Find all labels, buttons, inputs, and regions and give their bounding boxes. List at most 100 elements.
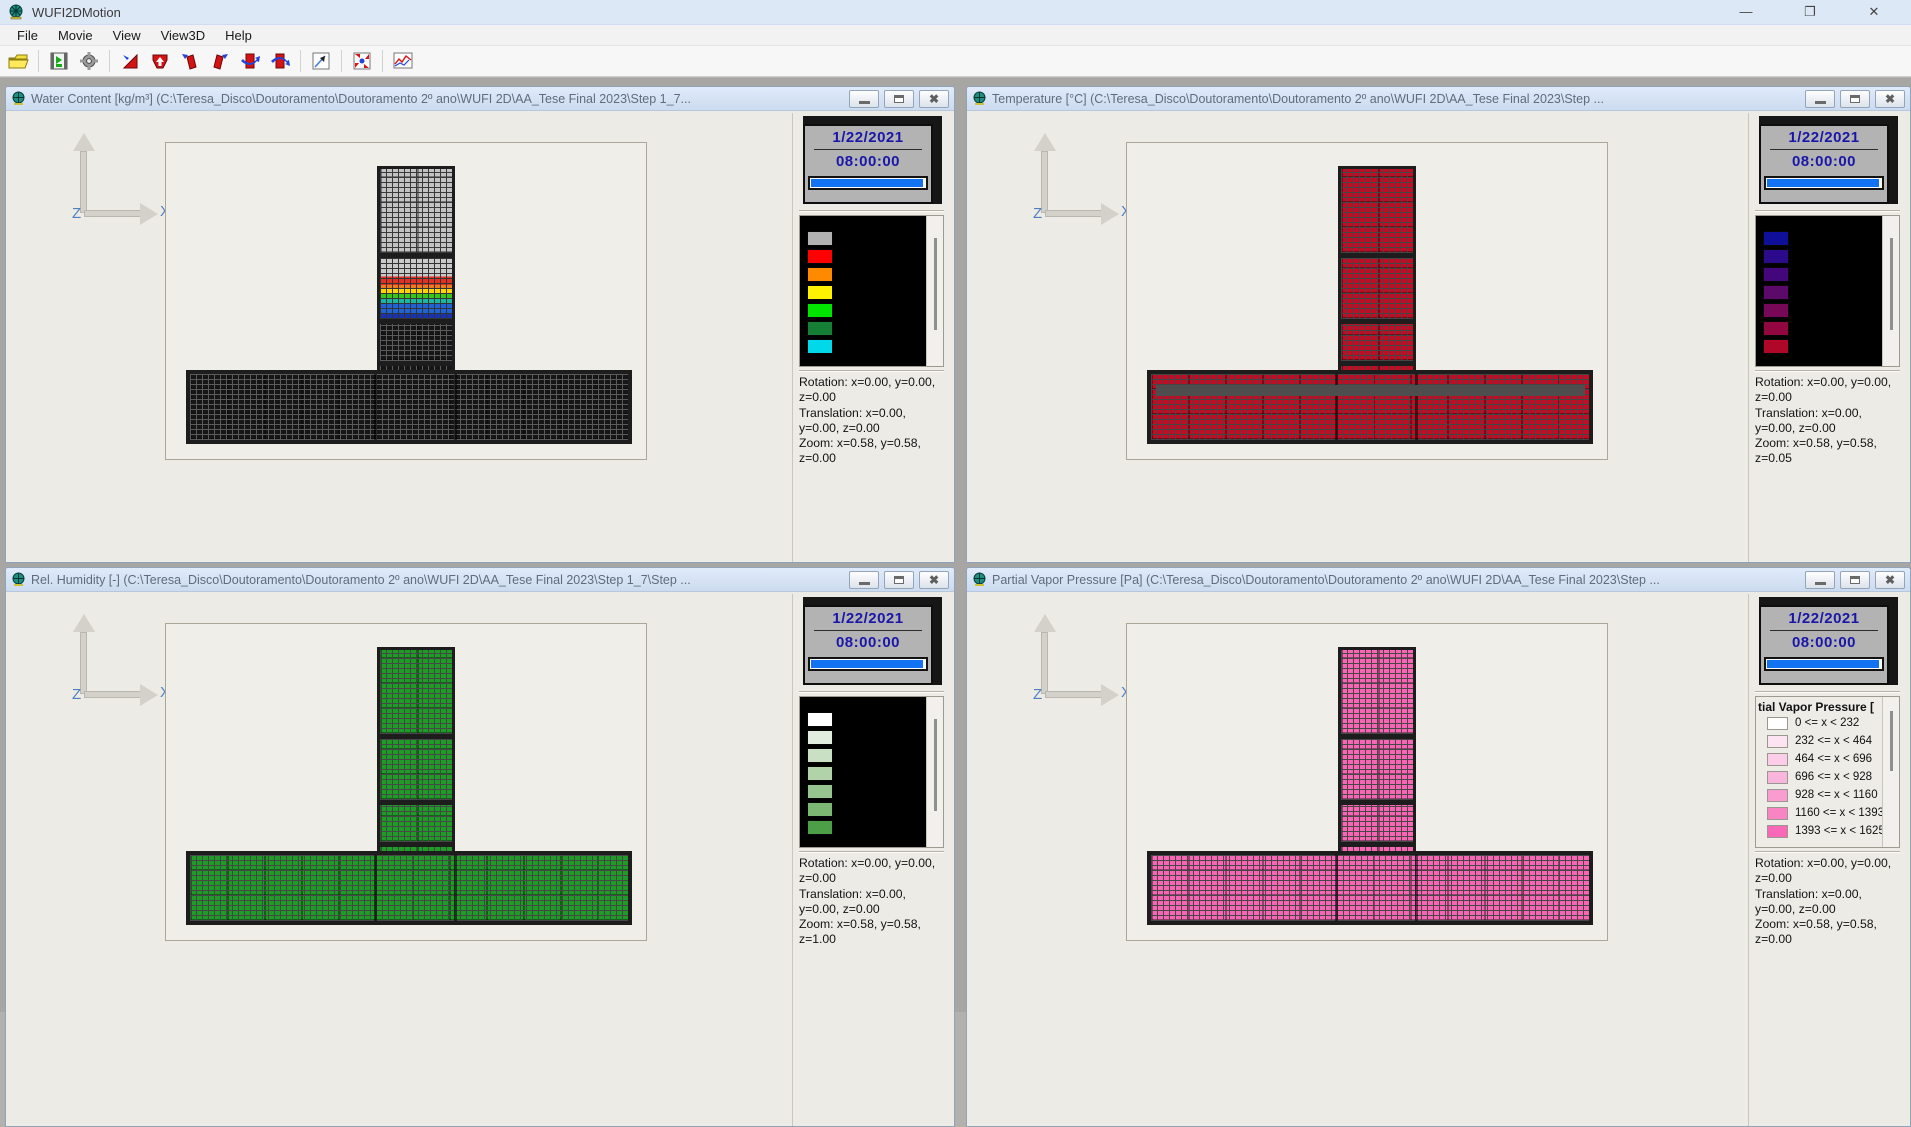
legend-row: 1160 <= x < 1393 bbox=[1767, 806, 1882, 820]
window-titlebar[interactable]: Partial Vapor Pressure [Pa] (C:\Teresa_D… bbox=[967, 568, 1910, 592]
window-client-area: Z X 1/22/2021 08:00:00 bbox=[6, 592, 954, 1126]
window-titlebar[interactable]: Temperature [°C] (C:\Teresa_Disco\Doutor… bbox=[967, 87, 1910, 111]
legend-swatch bbox=[807, 231, 833, 246]
restore-icon bbox=[894, 95, 904, 103]
rotate-down-icon[interactable] bbox=[237, 49, 263, 73]
reset-view-icon[interactable] bbox=[117, 49, 143, 73]
settings-gear-icon[interactable] bbox=[76, 49, 102, 73]
model-base-slab bbox=[1147, 370, 1593, 444]
rotate-up-icon[interactable] bbox=[267, 49, 293, 73]
menu-view[interactable]: View bbox=[104, 26, 150, 45]
restore-button[interactable] bbox=[884, 90, 914, 108]
result-chart-icon[interactable] bbox=[390, 49, 416, 73]
legend-swatch bbox=[807, 303, 833, 318]
rotate-right-icon[interactable] bbox=[207, 49, 233, 73]
translation-info: Translation: x=0.00, y=0.00, z=0.00 bbox=[1755, 887, 1900, 918]
minimize-button[interactable] bbox=[1805, 90, 1835, 108]
model-base-slab bbox=[186, 370, 632, 444]
close-button[interactable]: ✖ bbox=[1875, 571, 1905, 589]
legend-row: 696 <= x < 928 bbox=[1767, 770, 1882, 784]
restore-button[interactable] bbox=[1840, 90, 1870, 108]
app-titlebar[interactable]: WUFI2DMotion — ❐ ✕ bbox=[0, 0, 1911, 25]
legend-scrollbar[interactable] bbox=[1882, 697, 1899, 847]
window-rel-humidity: Rel. Humidity [-] (C:\Teresa_Disco\Douto… bbox=[5, 567, 955, 1127]
simulation-time: 08:00:00 bbox=[1761, 634, 1887, 651]
model-viewport[interactable] bbox=[165, 142, 647, 460]
minimize-button[interactable] bbox=[849, 571, 879, 589]
restore-button[interactable] bbox=[884, 571, 914, 589]
open-folder-icon[interactable] bbox=[5, 49, 31, 73]
panel-divider bbox=[799, 691, 944, 693]
close-icon: ✖ bbox=[1885, 93, 1895, 105]
progress-bar bbox=[808, 657, 928, 671]
minimize-button[interactable] bbox=[1805, 571, 1835, 589]
minimize-button[interactable] bbox=[849, 90, 879, 108]
perspective-view-icon[interactable] bbox=[308, 49, 334, 73]
simulation-date: 1/22/2021 bbox=[805, 129, 931, 146]
panel-divider bbox=[1755, 851, 1900, 853]
menu-movie[interactable]: Movie bbox=[49, 26, 102, 45]
window-titlebar[interactable]: Water Content [kg/m³] (C:\Teresa_Disco\D… bbox=[6, 87, 954, 111]
legend-swatch bbox=[807, 712, 833, 727]
simulation-clock: 1/22/2021 08:00:00 bbox=[803, 597, 942, 685]
axis-indicator: Z X bbox=[64, 129, 174, 239]
legend-scrollbar[interactable] bbox=[926, 697, 943, 847]
close-button[interactable]: ✖ bbox=[919, 90, 949, 108]
water-content-color-band bbox=[380, 255, 452, 322]
simulation-clock: 1/22/2021 08:00:00 bbox=[1759, 597, 1898, 685]
play-movie-icon[interactable] bbox=[46, 49, 72, 73]
legend-swatch bbox=[807, 249, 833, 264]
axis-indicator: Z X bbox=[64, 610, 174, 720]
legend-swatch bbox=[1767, 771, 1788, 784]
legend-swatch bbox=[1767, 753, 1788, 766]
close-button[interactable]: ✖ bbox=[1875, 90, 1905, 108]
legend-swatch bbox=[1767, 789, 1788, 802]
model-viewport[interactable] bbox=[165, 623, 647, 941]
toolbar-separator bbox=[382, 50, 383, 72]
rotation-info: Rotation: x=0.00, y=0.00, z=0.00 bbox=[799, 375, 944, 406]
app-minimize-button[interactable]: — bbox=[1733, 4, 1759, 20]
panel-divider bbox=[1755, 691, 1900, 693]
simulation-date: 1/22/2021 bbox=[805, 610, 931, 627]
app-close-button[interactable]: ✕ bbox=[1861, 4, 1887, 20]
legend-scrollbar[interactable] bbox=[1882, 216, 1899, 366]
close-button[interactable]: ✖ bbox=[919, 571, 949, 589]
model-base-slab bbox=[186, 851, 632, 925]
color-legend bbox=[799, 215, 944, 367]
scrollbar-thumb[interactable] bbox=[1890, 711, 1893, 771]
window-icon bbox=[972, 572, 987, 587]
model-viewport[interactable] bbox=[1126, 142, 1608, 460]
model-viewport[interactable] bbox=[1126, 623, 1608, 941]
legend-scrollbar[interactable] bbox=[926, 216, 943, 366]
scrollbar-thumb[interactable] bbox=[1890, 238, 1893, 330]
menu-help[interactable]: Help bbox=[216, 26, 261, 45]
zoom-info: Zoom: x=0.58, y=0.58, z=1.00 bbox=[799, 917, 944, 948]
window-titlebar[interactable]: Rel. Humidity [-] (C:\Teresa_Disco\Douto… bbox=[6, 568, 954, 592]
fit-view-icon[interactable] bbox=[349, 49, 375, 73]
move-view-icon[interactable] bbox=[147, 49, 173, 73]
axis-indicator: Z X bbox=[1025, 610, 1135, 720]
legend-row: 1393 <= x < 1625 bbox=[1767, 824, 1882, 838]
legend-swatch bbox=[807, 267, 833, 282]
window-client-area: Z X 1/22/2021 08:00:00 bbox=[967, 111, 1910, 562]
legend-swatch bbox=[1767, 735, 1788, 748]
close-icon: ✖ bbox=[1885, 574, 1895, 586]
rotate-left-icon[interactable] bbox=[177, 49, 203, 73]
side-panel: 1/22/2021 08:00:00 bbox=[792, 594, 948, 1126]
legend-swatch bbox=[1767, 717, 1788, 730]
view-info: Rotation: x=0.00, y=0.00, z=0.00 Transla… bbox=[799, 375, 944, 467]
toolbar-separator bbox=[38, 50, 39, 72]
toolbar-separator bbox=[341, 50, 342, 72]
app-maximize-button[interactable]: ❐ bbox=[1797, 4, 1823, 20]
panel-divider bbox=[1755, 210, 1900, 212]
legend-swatch bbox=[807, 321, 833, 336]
legend-row: 0 <= x < 232 bbox=[1767, 716, 1882, 730]
simulation-clock: 1/22/2021 08:00:00 bbox=[1759, 116, 1898, 204]
axis-indicator: Z X bbox=[1025, 129, 1135, 239]
scrollbar-thumb[interactable] bbox=[934, 238, 937, 330]
close-icon: ✖ bbox=[929, 574, 939, 586]
menu-view3d[interactable]: View3D bbox=[152, 26, 215, 45]
restore-button[interactable] bbox=[1840, 571, 1870, 589]
menu-file[interactable]: File bbox=[8, 26, 47, 45]
scrollbar-thumb[interactable] bbox=[934, 719, 937, 811]
